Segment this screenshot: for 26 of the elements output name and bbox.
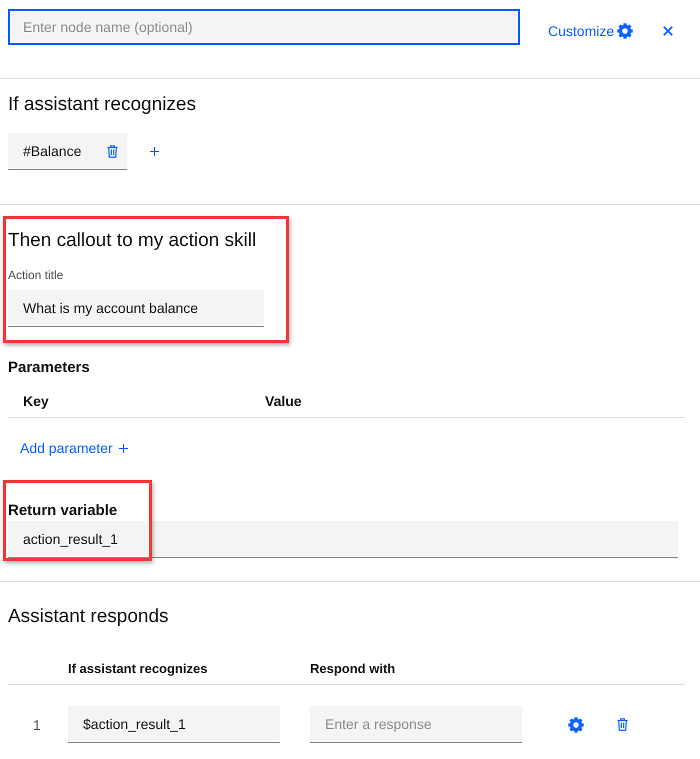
parameters-heading: Parameters (8, 358, 90, 378)
close-icon[interactable] (663, 26, 674, 36)
customize-button[interactable]: Customize (548, 23, 634, 39)
column-header: Respond with (310, 660, 396, 676)
trash-icon[interactable] (617, 718, 628, 731)
field-label: Action title (8, 267, 64, 283)
return-variable-field[interactable]: action_result_1 (8, 521, 678, 558)
settings-icon (617, 23, 634, 39)
node-name-input[interactable]: Enter node name (optional) (8, 9, 520, 45)
column-header: Key (23, 393, 49, 409)
row-number: 1 (33, 716, 41, 732)
column-header: If assistant recognizes (68, 660, 208, 676)
action-title-field[interactable]: What is my account balance (8, 290, 264, 327)
column-header: Value (265, 393, 302, 409)
condition-chip[interactable]: #Balance (8, 133, 127, 170)
section-heading: Then callout to my action skill (8, 229, 256, 253)
plus-icon[interactable] (150, 147, 159, 156)
plus-icon (118, 444, 128, 452)
add-parameter-link[interactable]: Add parameter (20, 438, 128, 458)
section-heading: If assistant recognizes (8, 93, 196, 117)
response-field[interactable]: Enter a response (310, 706, 522, 743)
condition-field[interactable]: $action_result_1 (68, 706, 280, 743)
field-label: Return variable (8, 501, 118, 521)
settings-icon[interactable] (568, 716, 584, 732)
section-heading: Assistant responds (8, 605, 169, 629)
trash-icon[interactable] (107, 144, 118, 158)
